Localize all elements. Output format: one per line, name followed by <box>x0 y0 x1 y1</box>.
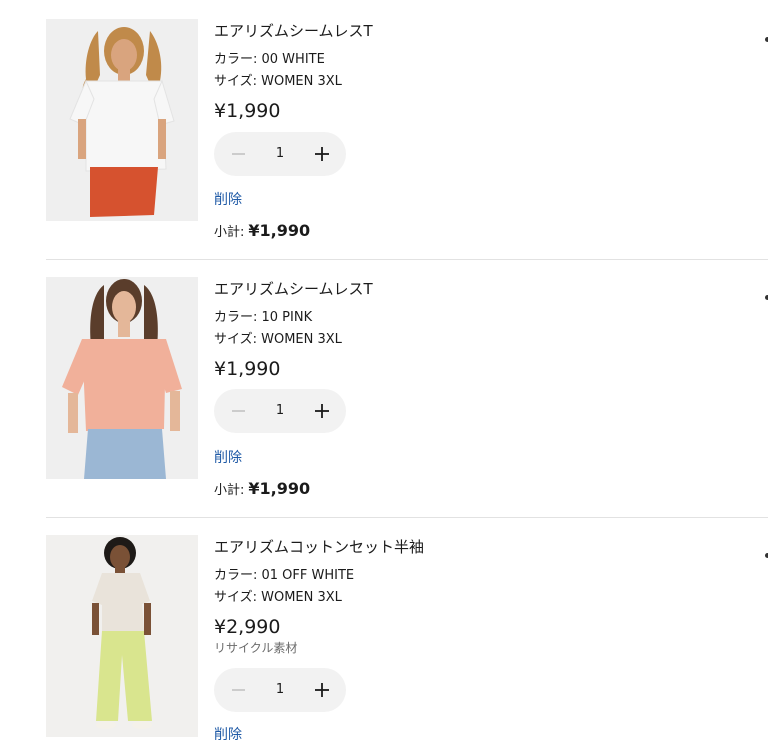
product-name[interactable]: エアリズムシームレスT <box>214 22 373 40</box>
item-divider <box>46 259 768 260</box>
plus-icon <box>315 147 329 161</box>
product-price: ¥1,990 <box>214 100 281 122</box>
decrease-quantity-button[interactable] <box>216 668 260 712</box>
subtotal: 小計: ¥1,990 <box>214 480 310 500</box>
remove-link[interactable]: 削除 <box>214 192 242 208</box>
recycled-material-label: リサイクル素材 <box>214 641 298 655</box>
cart-item: エアリズムシームレスT カラー: 00 WHITE サイズ: WOMEN 3XL… <box>46 19 768 244</box>
quantity-value: 1 <box>275 403 285 418</box>
increase-quantity-button[interactable] <box>300 132 344 176</box>
quantity-stepper: 1 <box>214 389 346 433</box>
minus-icon <box>232 689 245 691</box>
product-size: サイズ: WOMEN 3XL <box>214 332 342 347</box>
product-photo-offwhite-set <box>46 535 198 737</box>
cart-item: エアリズムコットンセット半袖 カラー: 01 OFF WHITE サイズ: WO… <box>46 535 768 742</box>
product-photo-white-tee <box>46 19 198 221</box>
subtotal-value: ¥1,990 <box>248 479 311 498</box>
subtotal: 小計: ¥1,990 <box>214 222 310 242</box>
product-image[interactable] <box>46 19 198 221</box>
cart-list: エアリズムシームレスT カラー: 00 WHITE サイズ: WOMEN 3XL… <box>0 0 768 742</box>
product-price: ¥1,990 <box>214 358 281 380</box>
product-color: カラー: 00 WHITE <box>214 52 325 67</box>
product-color: カラー: 01 OFF WHITE <box>214 568 355 583</box>
quantity-value: 1 <box>275 146 285 161</box>
product-size: サイズ: WOMEN 3XL <box>214 590 342 605</box>
increase-quantity-button[interactable] <box>300 389 344 433</box>
increase-quantity-button[interactable] <box>300 668 344 712</box>
quantity-stepper: 1 <box>214 668 346 712</box>
product-size: サイズ: WOMEN 3XL <box>214 74 342 89</box>
product-color: カラー: 10 PINK <box>214 310 313 325</box>
plus-icon <box>315 683 329 697</box>
minus-icon <box>232 153 245 155</box>
product-name[interactable]: エアリズムコットンセット半袖 <box>214 538 424 556</box>
decrease-quantity-button[interactable] <box>216 389 260 433</box>
decrease-quantity-button[interactable] <box>216 132 260 176</box>
plus-icon <box>315 404 329 418</box>
remove-link[interactable]: 削除 <box>214 727 242 742</box>
subtotal-label: 小計: <box>214 225 245 240</box>
item-divider <box>46 517 768 518</box>
product-image[interactable] <box>46 277 198 479</box>
cart-item: エアリズムシームレスT カラー: 10 PINK サイズ: WOMEN 3XL … <box>46 277 768 502</box>
quantity-stepper: 1 <box>214 132 346 176</box>
product-image[interactable] <box>46 535 198 737</box>
subtotal-label: 小計: <box>214 483 245 498</box>
minus-icon <box>232 410 245 412</box>
quantity-value: 1 <box>275 682 285 697</box>
product-name[interactable]: エアリズムシームレスT <box>214 280 373 298</box>
product-price: ¥2,990 <box>214 616 281 638</box>
subtotal-value: ¥1,990 <box>248 221 311 240</box>
product-photo-pink-tee <box>46 277 198 479</box>
remove-link[interactable]: 削除 <box>214 450 242 466</box>
